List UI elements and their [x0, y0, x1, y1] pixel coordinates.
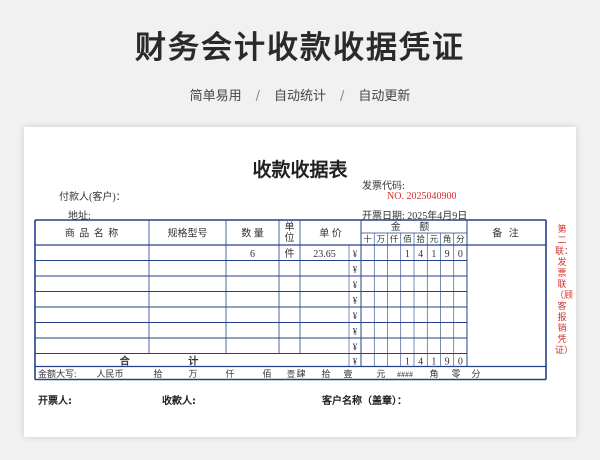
cell-qty: 6	[250, 249, 255, 260]
separator: /	[340, 89, 345, 104]
digit-header: 分	[456, 234, 465, 244]
capital-unit: 零	[451, 369, 460, 379]
digit-header: 万	[377, 234, 386, 244]
total-digit: 4	[418, 357, 423, 368]
capital-unit: 佰	[262, 368, 271, 379]
column-header-spec: 规格型号	[168, 227, 208, 240]
total-label: 合 计	[119, 355, 227, 368]
capital-digit: 壹	[287, 369, 295, 379]
cell-digit: 4	[418, 249, 423, 260]
total-digit: 0	[458, 357, 463, 368]
total-digit: 1	[431, 357, 436, 368]
column-header-unit: 单	[285, 221, 295, 233]
cell-currency: ¥	[353, 280, 358, 290]
capital-unit: 肆	[296, 368, 305, 379]
total-digit: 9	[445, 357, 450, 368]
capital-unit: 拾	[321, 368, 330, 379]
cell-digit: 0	[458, 249, 463, 260]
column-header-notes: 备 注	[492, 227, 521, 240]
total-currency: ¥	[353, 357, 358, 367]
cell-currency: ¥	[353, 342, 358, 352]
receipt-table: 商 品 名 称规格型号数 量单位单 价金 额备 注十万仟佰拾元角分6 件 23.65…	[34, 219, 547, 381]
capital-currency: 人民币	[96, 369, 123, 379]
side-note: 第二联：发票联（顾客报销凭证）	[555, 225, 574, 356]
capital-unit: 万	[188, 369, 197, 379]
receipt-card: 收款收据表 付款人(客户)： 地址: 发票代码: NO. 2025040900 …	[24, 127, 576, 437]
cell-currency: ¥	[353, 311, 358, 321]
digit-header: 仟	[390, 234, 399, 244]
column-header-amount: 金 额	[391, 220, 438, 233]
cell-digit: 9	[445, 249, 450, 260]
feature-strip: 简单易用 / 自动统计 / 自动更新	[0, 85, 600, 104]
capital-unit: 分	[471, 369, 480, 379]
cell-digit: 1	[431, 249, 436, 260]
digit-header: 元	[430, 234, 439, 244]
total-digit: 1	[405, 357, 410, 368]
feature-item: 自动更新	[358, 89, 411, 104]
capital-digit: ####	[397, 370, 413, 379]
capital-label: 金额大写:	[38, 368, 77, 379]
column-header-price: 单 价	[319, 228, 342, 240]
cell-currency: ¥	[353, 326, 358, 336]
customer-label: 客户名称（盖章）：	[322, 396, 407, 407]
column-header-product: 商 品 名 称	[65, 227, 120, 240]
feature-item: 简单易用	[189, 89, 242, 104]
cell-digit: 1	[405, 249, 410, 260]
digit-header: 角	[443, 234, 452, 244]
digit-header: 十	[363, 234, 372, 244]
page-title: 财务会计收款收据凭证	[135, 30, 465, 66]
cell-currency: ¥	[353, 249, 358, 259]
capital-unit: 拾	[153, 368, 162, 379]
issuer-label: 开票人:	[38, 396, 72, 407]
separator: /	[255, 89, 260, 104]
cell-currency: ¥	[353, 264, 358, 274]
feature-item: 自动统计	[273, 89, 326, 104]
capital-unit: 壹	[343, 368, 352, 379]
digit-header: 拾	[416, 234, 425, 244]
cell-price: 23.65	[313, 249, 336, 260]
capital-unit: 仟	[225, 368, 234, 379]
cell-currency: ¥	[353, 295, 358, 305]
capital-unit: 角	[429, 368, 438, 379]
column-header-unit: 位	[285, 231, 295, 244]
payee-label: 收款人:	[162, 396, 196, 407]
digit-header: 佰	[403, 234, 412, 244]
cell-unit: 件	[285, 248, 295, 260]
column-header-qty: 数 量	[241, 227, 264, 240]
capital-unit: 元	[376, 369, 385, 379]
